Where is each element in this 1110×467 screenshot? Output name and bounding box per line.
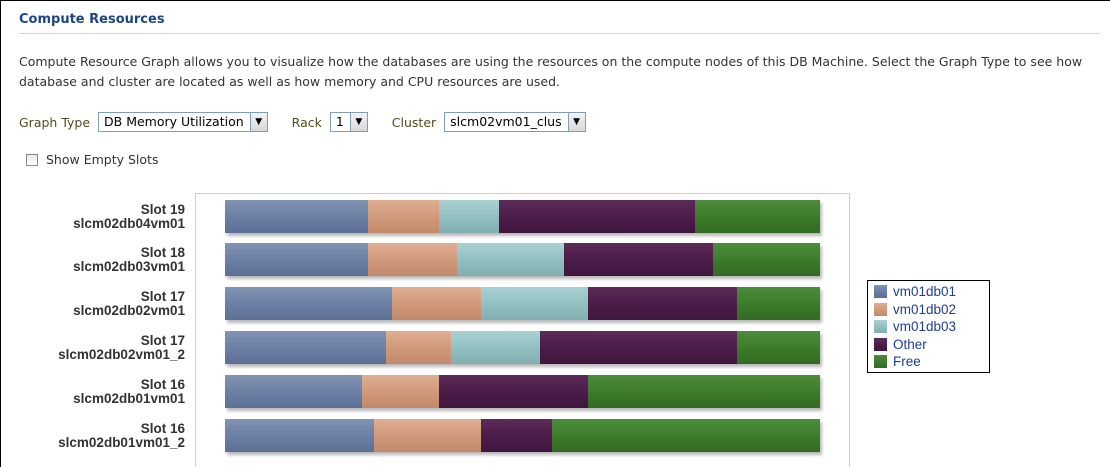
slot-label: Slot 19 slcm02db04vm01 [5,203,185,231]
host-name-label: slcm02db02vm01_2 [58,347,185,362]
slot-number-label: Slot 18 [140,245,185,260]
legend-swatch [874,355,887,369]
host-name-label: slcm02db01vm01 [73,391,185,406]
stacked-bar[interactable] [225,331,820,364]
legend-swatch [874,337,887,351]
chevron-down-icon[interactable]: ▼ [349,113,367,131]
slot-number-label: Slot 17 [140,289,185,304]
legend-item: vm01db01 [874,283,989,301]
bar-segment-vm01db02[interactable] [367,243,458,276]
bar-segment-vm01db01[interactable] [225,331,386,364]
bar-segment-vm01db03[interactable] [480,287,588,320]
checkbox-icon[interactable] [26,153,38,166]
host-name-label: slcm02db04vm01 [73,216,185,231]
legend-label: vm01db02 [893,301,957,317]
bar-segment-free[interactable] [736,287,820,320]
bar-segment-other[interactable] [439,375,588,408]
section-divider [19,33,1100,34]
rack-select[interactable]: 1 ▼ [329,112,368,132]
legend-swatch [874,302,887,316]
bar-segment-other[interactable] [540,331,737,364]
bar-segment-free[interactable] [695,200,820,233]
legend-item: Free [874,353,989,371]
bar-segment-free[interactable] [587,375,820,408]
graph-controls: Graph Type DB Memory Utilization ▼ Rack … [19,111,610,133]
slot-label: Slot 17 slcm02db02vm01_2 [5,334,185,362]
legend-swatch [874,285,887,299]
legend-label: Free [893,354,921,370]
bar-segment-vm01db01[interactable] [225,375,362,408]
bar-segment-free[interactable] [736,331,820,364]
bar-segment-vm01db02[interactable] [367,200,440,233]
legend-label: vm01db01 [893,284,957,300]
chevron-down-icon[interactable]: ▼ [567,113,585,131]
slot-label: Slot 16 slcm02db01vm01_2 [5,422,185,450]
rack-value: 1 [335,114,344,129]
bar-segment-vm01db02[interactable] [385,331,452,364]
bar-segment-vm01db03[interactable] [457,243,565,276]
stacked-bar[interactable] [225,200,820,233]
stacked-bar[interactable] [225,375,820,408]
slot-label: Slot 18 slcm02db03vm01 [5,246,185,274]
cluster-select[interactable]: slcm02vm01_clus ▼ [444,112,586,132]
legend-label: vm01db03 [893,319,957,335]
legend-item: vm01db02 [874,301,989,319]
bar-segment-other[interactable] [587,287,737,320]
slot-number-label: Slot 16 [140,377,185,392]
rack-label: Rack [291,114,322,130]
host-name-label: slcm02db01vm01_2 [58,435,185,450]
stacked-bar[interactable] [225,419,820,452]
bar-segment-vm01db01[interactable] [225,287,392,320]
graph-type-value: DB Memory Utilization [104,114,244,129]
bar-segment-vm01db01[interactable] [225,200,368,233]
chevron-down-icon[interactable]: ▼ [249,113,267,131]
chart-legend: vm01db01 vm01db02 vm01db03 Other Free [867,280,990,373]
show-empty-slots[interactable]: Show Empty Slots [26,152,158,167]
bar-segment-vm01db02[interactable] [391,287,481,320]
legend-item: Other [874,336,989,354]
bar-segment-free[interactable] [552,419,820,452]
section-title: Compute Resources [19,12,165,27]
slot-label: Slot 17 slcm02db02vm01 [5,290,185,318]
bar-segment-other[interactable] [564,243,713,276]
bar-segment-vm01db01[interactable] [225,243,368,276]
slot-label: Slot 16 slcm02db01vm01 [5,378,185,406]
bar-segment-other[interactable] [498,200,696,233]
bar-segment-vm01db01[interactable] [225,419,374,452]
section-description: Compute Resource Graph allows you to vis… [19,54,1083,89]
legend-label: Other [893,336,927,352]
host-name-label: slcm02db03vm01 [73,259,185,274]
legend-item: vm01db03 [874,318,989,336]
host-name-label: slcm02db02vm01 [73,303,185,318]
cluster-value: slcm02vm01_clus [450,114,562,129]
stacked-bar[interactable] [225,243,820,276]
bar-segment-other[interactable] [480,419,553,452]
graph-type-label: Graph Type [19,114,91,130]
cluster-label: Cluster [391,114,437,130]
slot-number-label: Slot 16 [140,421,185,436]
bar-segment-free[interactable] [712,243,820,276]
show-empty-slots-label: Show Empty Slots [46,152,159,167]
bar-segment-vm01db03[interactable] [451,331,541,364]
bar-segment-vm01db03[interactable] [439,200,499,233]
graph-type-select[interactable]: DB Memory Utilization ▼ [98,112,268,132]
slot-number-label: Slot 19 [140,202,185,217]
stacked-bar[interactable] [225,287,820,320]
bar-segment-vm01db02[interactable] [361,375,440,408]
legend-swatch [874,320,887,334]
slot-number-label: Slot 17 [140,333,185,348]
bar-segment-vm01db02[interactable] [373,419,481,452]
